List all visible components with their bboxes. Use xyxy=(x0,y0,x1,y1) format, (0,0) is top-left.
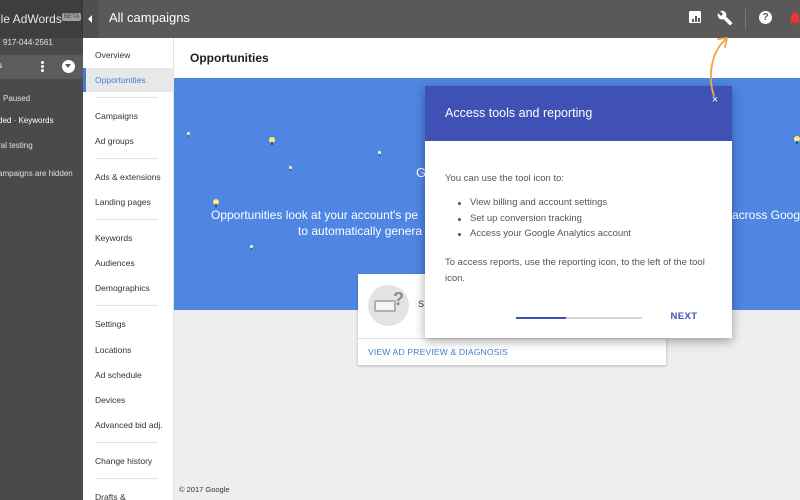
nav-divider xyxy=(95,442,158,443)
toolbar-divider xyxy=(745,9,746,29)
chevron-down-icon[interactable] xyxy=(62,60,75,73)
nav-item-ad-groups[interactable]: Ad groups xyxy=(83,129,174,153)
nav-item-overview[interactable]: Overview xyxy=(83,43,174,67)
nav-item-change-history[interactable]: Change history xyxy=(83,449,174,473)
ad-preview-icon: ? xyxy=(368,285,409,326)
nav-divider xyxy=(95,158,158,159)
side-nav: Overview Opportunities Campaigns Ad grou… xyxy=(83,38,174,500)
list-item: Set up conversion tracking xyxy=(458,213,631,229)
nav-item-locations[interactable]: Locations xyxy=(83,338,174,362)
nav-divider xyxy=(95,97,158,98)
nav-item-ad-schedule[interactable]: Ad schedule xyxy=(83,363,174,387)
nav-item-ads-extensions[interactable]: Ads & extensions xyxy=(83,165,174,189)
help-icon[interactable]: ? xyxy=(758,10,774,26)
next-button[interactable]: NEXT xyxy=(661,308,707,326)
lightbulb-icon xyxy=(213,199,219,207)
lightbulb-icon xyxy=(187,132,190,137)
view-ad-preview-link[interactable]: VIEW AD PREVIEW & DIAGNOSIS xyxy=(368,347,508,357)
dialog-title: Access tools and reporting xyxy=(445,106,593,120)
nav-item-campaigns[interactable]: Campaigns xyxy=(83,104,174,128)
bell-icon[interactable] xyxy=(787,10,800,26)
kebab-icon[interactable] xyxy=(38,60,46,74)
lightbulb-icon xyxy=(378,151,381,156)
lightbulb-icon xyxy=(289,166,292,171)
dialog-intro: You can use the tool icon to: xyxy=(445,173,565,184)
nav-item-settings[interactable]: Settings xyxy=(83,312,174,336)
collapse-icon[interactable] xyxy=(83,0,99,38)
report-icon[interactable] xyxy=(688,10,704,26)
beta-badge: BETA xyxy=(62,13,82,21)
footer-copyright: © 2017 Google xyxy=(179,485,230,494)
pointer-arrow-icon xyxy=(709,37,728,97)
lightbulb-icon xyxy=(250,245,253,250)
nav-item-audiences[interactable]: Audiences xyxy=(83,251,174,275)
nav-divider xyxy=(95,305,158,306)
account-phone: 917-044-2561 xyxy=(3,38,53,47)
nav-item-demographics[interactable]: Demographics xyxy=(83,276,174,300)
brand-bar: gle AdWords BETA xyxy=(0,0,83,38)
hidden-campaigns-note: ampaigns are hidden xyxy=(0,169,73,178)
wrench-icon[interactable] xyxy=(717,10,733,26)
top-bar: All campaigns ? xyxy=(83,0,800,38)
tour-dialog: Access tools and reporting × You can use… xyxy=(425,86,732,338)
filter-testing[interactable]: ral testing xyxy=(0,141,33,150)
account-pane: gle AdWords BETA 917-044-2561 s Paused d… xyxy=(0,0,83,500)
nav-divider xyxy=(95,219,158,220)
dialog-header: Access tools and reporting × xyxy=(425,86,732,141)
nav-item-drafts[interactable]: Drafts & xyxy=(83,485,174,500)
filter-keywords[interactable]: ded · Keywords xyxy=(0,116,54,125)
banner-text: Opportunities look at your account's pe xyxy=(211,208,419,222)
opportunity-card-title: S xyxy=(418,299,425,309)
banner-text-right: across Goog xyxy=(732,208,800,222)
banner-text-line2: to automatically genera xyxy=(298,224,423,238)
tour-progress-fill xyxy=(516,317,567,319)
lightbulb-icon xyxy=(794,136,800,144)
nav-item-opportunities[interactable]: Opportunities xyxy=(83,68,174,92)
nav-item-landing-pages[interactable]: Landing pages xyxy=(83,190,174,214)
account-selector-label: s xyxy=(0,61,2,70)
brand-name: gle AdWords xyxy=(0,12,62,26)
nav-item-devices[interactable]: Devices xyxy=(83,388,174,412)
account-selector[interactable]: s xyxy=(0,55,83,79)
dialog-note: To access reports, use the reporting ico… xyxy=(445,257,705,284)
page-scope-title: All campaigns xyxy=(109,10,190,25)
list-item: View billing and account settings xyxy=(458,197,631,213)
tour-progress xyxy=(516,317,642,319)
lightbulb-icon xyxy=(269,137,275,145)
nav-divider xyxy=(95,478,158,479)
status-paused[interactable]: Paused xyxy=(3,94,30,103)
dialog-list: View billing and account settings Set up… xyxy=(458,197,631,244)
list-item: Access your Google Analytics account xyxy=(458,228,631,244)
nav-item-advanced-bid-adj[interactable]: Advanced bid adj. xyxy=(83,413,174,437)
card-divider xyxy=(358,338,666,339)
nav-item-keywords[interactable]: Keywords xyxy=(83,226,174,250)
page-title: Opportunities xyxy=(190,51,269,65)
